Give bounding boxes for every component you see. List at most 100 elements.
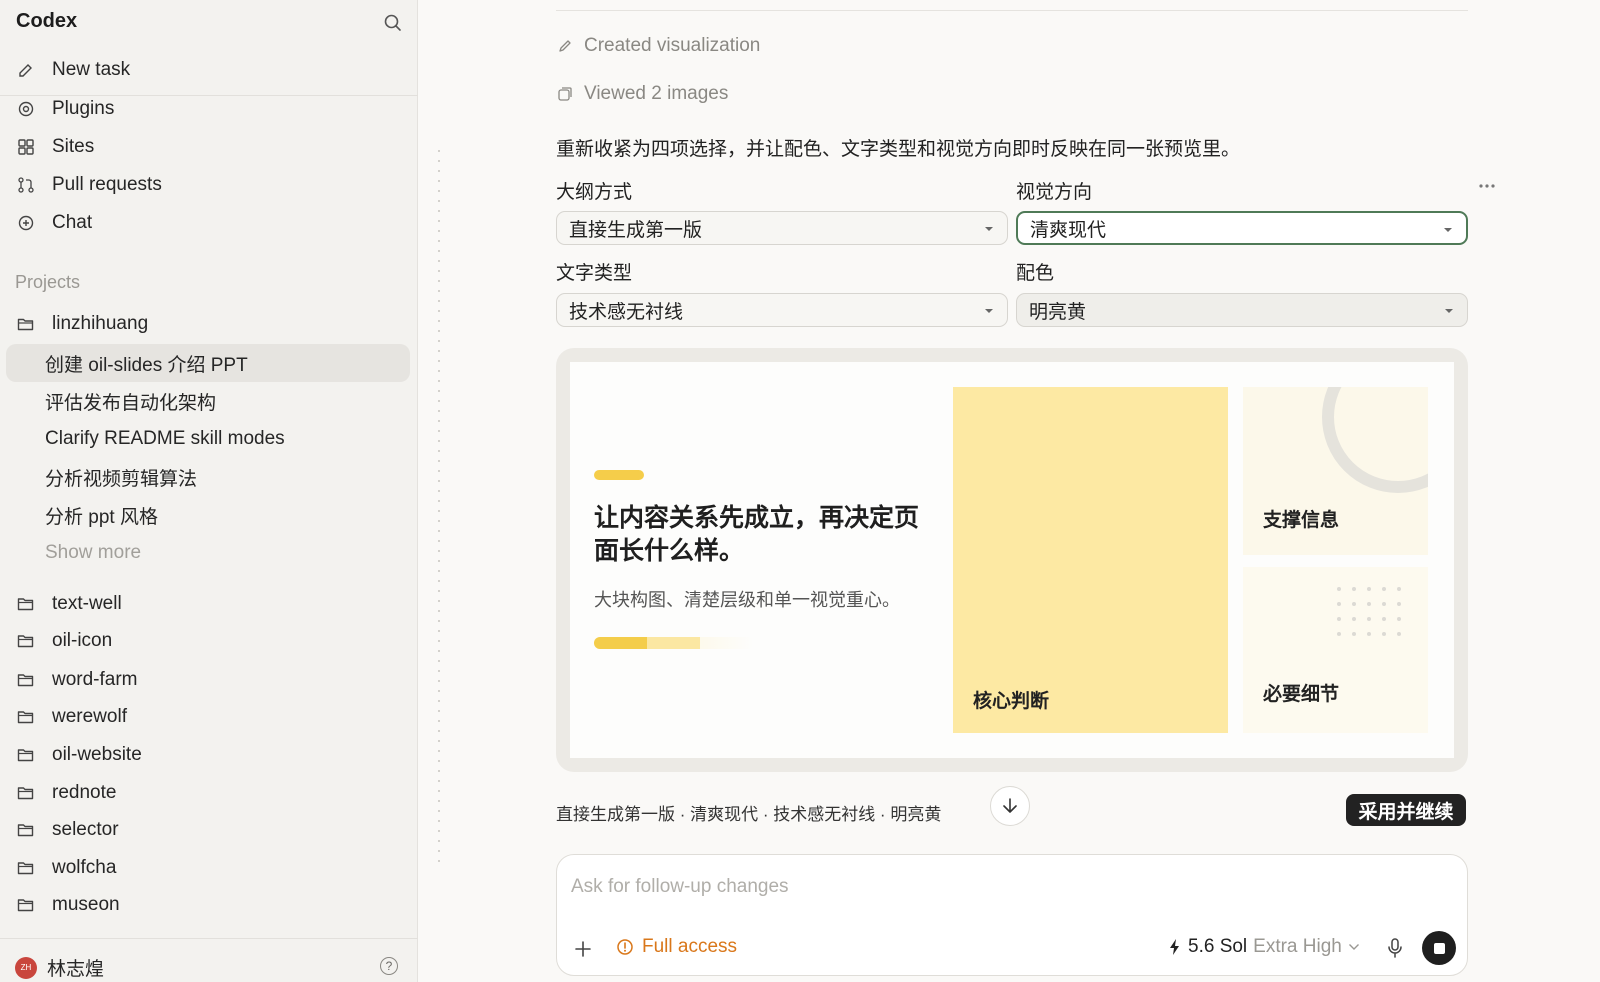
- activity-created-visualization[interactable]: Created visualization: [556, 35, 760, 57]
- outline-select[interactable]: 直接生成第一版: [556, 211, 1008, 245]
- folder-icon: [16, 745, 36, 765]
- nav-plugins[interactable]: Plugins: [8, 91, 410, 127]
- nav-pull-requests[interactable]: Pull requests: [8, 167, 410, 203]
- chevron-down-icon: [1442, 226, 1454, 234]
- project-label: oil-website: [52, 744, 142, 765]
- user-name: 林志煌: [47, 959, 105, 980]
- sidebar: Codex New task Plugins Sites Pull reques…: [0, 0, 418, 982]
- folder-icon: [16, 820, 36, 840]
- stop-icon: [1433, 942, 1445, 954]
- search-icon[interactable]: [382, 12, 404, 34]
- nav-label: Pull requests: [52, 174, 162, 195]
- slide-subtitle: 大块构图、清楚层级和单一视觉重心。: [594, 590, 900, 610]
- folder-icon: [16, 707, 36, 727]
- edit-icon: [16, 60, 36, 80]
- palette-label: 配色: [1016, 263, 1055, 284]
- chevron-down-icon: [983, 307, 995, 315]
- project-label: wolfcha: [52, 857, 117, 878]
- activity-viewed-images[interactable]: Viewed 2 images: [556, 83, 728, 105]
- project-item[interactable]: selector: [8, 812, 410, 848]
- plus-icon: [572, 938, 594, 960]
- accent-bar: [594, 470, 644, 480]
- project-item[interactable]: wolfcha: [8, 850, 410, 886]
- selection-summary: 直接生成第一版 · 清爽现代 · 技术感无衬线 · 明亮黄: [556, 805, 942, 824]
- more-options-icon[interactable]: [1474, 178, 1500, 194]
- show-more-link[interactable]: Show more: [6, 534, 410, 572]
- project-label: word-farm: [52, 669, 138, 690]
- project-label: oil-icon: [52, 630, 113, 651]
- scroll-down-button[interactable]: [990, 786, 1030, 826]
- nav-new-task[interactable]: New task: [8, 52, 410, 88]
- task-item[interactable]: 分析 ppt 风格: [6, 496, 410, 534]
- folder-icon: [16, 631, 36, 651]
- project-label: rednote: [52, 782, 117, 803]
- project-item[interactable]: oil-icon: [8, 623, 410, 659]
- task-item[interactable]: Clarify README skill modes: [6, 420, 410, 458]
- typeface-select-value: 技术感无衬线: [569, 301, 684, 323]
- project-linzhihuang[interactable]: linzhihuang: [8, 306, 410, 342]
- project-label: museon: [52, 894, 120, 915]
- core-card-label: 核心判断: [973, 691, 1050, 712]
- nav-sites[interactable]: Sites: [8, 129, 410, 165]
- chevron-down-icon: [1348, 943, 1360, 951]
- add-attachment-button[interactable]: [572, 938, 594, 960]
- divider: [556, 10, 1468, 11]
- outline-select-value: 直接生成第一版: [569, 219, 703, 241]
- typeface-select[interactable]: 技术感无衬线: [556, 293, 1008, 327]
- detail-card-label: 必要细节: [1263, 684, 1340, 705]
- slide-headline: 让内容关系先成立，再决定页面长什么样。: [594, 504, 920, 565]
- slide-progress-fill: [594, 637, 647, 649]
- sites-icon: [16, 137, 36, 157]
- user-profile[interactable]: ZH 林志煌: [15, 954, 104, 981]
- task-item[interactable]: 创建 oil-slides 介绍 PPT: [6, 344, 410, 382]
- follow-up-input[interactable]: [571, 872, 1431, 902]
- folder-icon: [16, 594, 36, 614]
- microphone-icon[interactable]: [1386, 937, 1404, 959]
- access-mode-label: Full access: [642, 936, 738, 957]
- project-label: text-well: [52, 593, 122, 614]
- activity-label: Viewed 2 images: [584, 83, 729, 104]
- support-card-label: 支撑信息: [1263, 510, 1340, 531]
- thread-rail: [438, 150, 440, 862]
- project-item[interactable]: rednote: [8, 775, 410, 811]
- divider: [0, 938, 418, 939]
- visual-direction-select[interactable]: 清爽现代: [1016, 211, 1468, 245]
- help-icon[interactable]: ?: [380, 957, 398, 975]
- chevron-down-icon: [1443, 307, 1455, 315]
- stop-button[interactable]: [1422, 931, 1456, 965]
- folder-icon: [16, 895, 36, 915]
- chat-icon: [16, 213, 36, 233]
- model-effort: Extra High: [1253, 936, 1342, 957]
- project-item[interactable]: text-well: [8, 586, 410, 622]
- project-item[interactable]: oil-website: [8, 737, 410, 773]
- palette-select[interactable]: 明亮黄: [1016, 293, 1468, 327]
- access-mode-button[interactable]: Full access: [616, 936, 737, 958]
- project-label: selector: [52, 819, 119, 840]
- model-name: 5.6 Sol: [1188, 936, 1248, 957]
- app-brand: Codex: [16, 10, 78, 32]
- arrow-down-icon: [1001, 796, 1019, 816]
- project-item[interactable]: word-farm: [8, 662, 410, 698]
- plugin-icon: [16, 99, 36, 119]
- project-item[interactable]: museon: [8, 887, 410, 923]
- slide-progress-mid: [647, 637, 700, 649]
- support-card: 支撑信息: [1243, 387, 1428, 555]
- palette-select-value: 明亮黄: [1029, 301, 1087, 323]
- nav-label: New task: [52, 59, 131, 80]
- typeface-label: 文字类型: [556, 263, 633, 284]
- project-item[interactable]: werewolf: [8, 699, 410, 735]
- task-item[interactable]: 分析视频剪辑算法: [6, 458, 410, 496]
- folder-icon: [16, 783, 36, 803]
- model-selector[interactable]: 5.6 Sol Extra High: [1168, 936, 1360, 958]
- nav-chat[interactable]: Chat: [8, 205, 410, 241]
- bolt-icon: [1168, 938, 1182, 956]
- adopt-and-continue-button[interactable]: 采用并继续: [1346, 794, 1466, 826]
- avatar: ZH: [15, 956, 37, 979]
- detail-card: 必要细节: [1243, 567, 1428, 733]
- task-item[interactable]: 评估发布自动化架构: [6, 382, 410, 420]
- outline-label: 大纲方式: [556, 182, 633, 203]
- chevron-down-icon: [983, 225, 995, 233]
- folder-icon: [16, 670, 36, 690]
- nav-label: Plugins: [52, 98, 115, 119]
- visual-direction-select-value: 清爽现代: [1030, 219, 1107, 241]
